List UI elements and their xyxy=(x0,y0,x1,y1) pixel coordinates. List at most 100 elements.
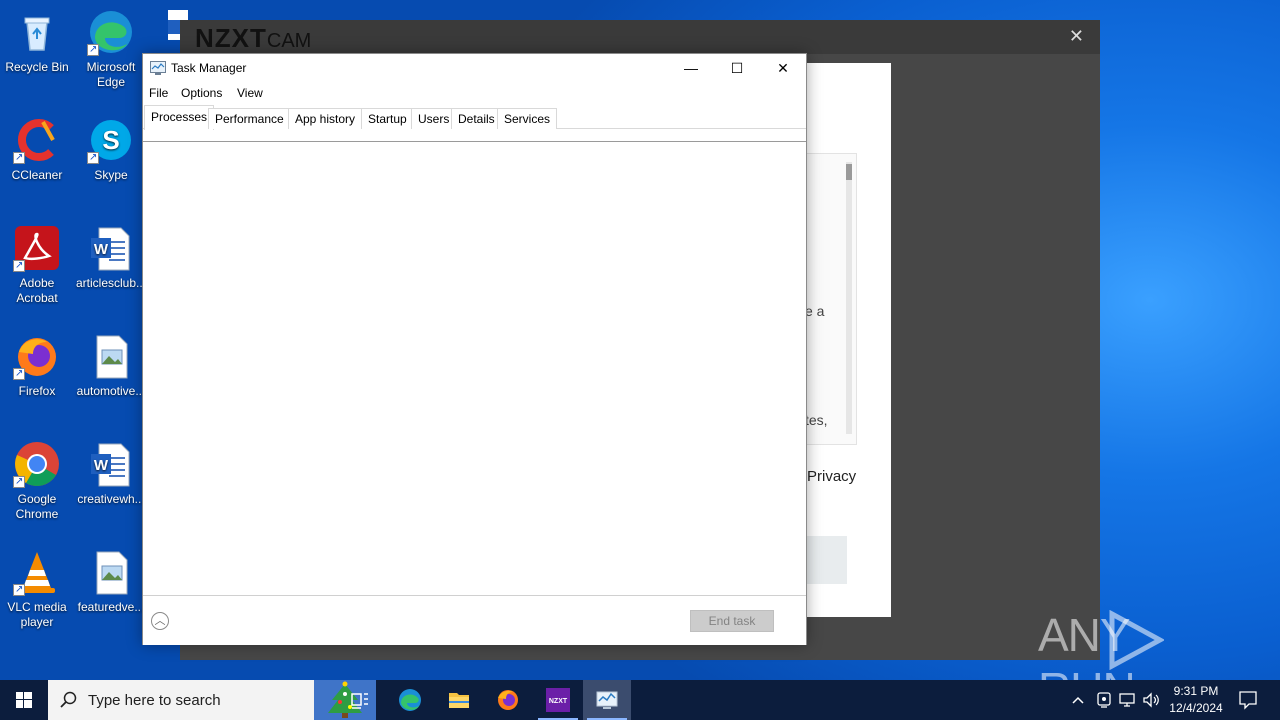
desktop-icon-label: automotive... xyxy=(76,384,146,398)
desktop-icon-label: Recycle Bin xyxy=(5,60,69,74)
shortcut-arrow-icon xyxy=(13,366,25,381)
nzxt-text-fragment: e a xyxy=(805,303,825,319)
desktop-icon-creativewh[interactable]: W creativewh... xyxy=(74,440,148,507)
tab-processes[interactable]: Processes xyxy=(144,105,215,130)
firefox-icon xyxy=(498,690,518,710)
nzxt-logo: NZXTCAM xyxy=(195,23,312,53)
tray-device-icon[interactable] xyxy=(1096,691,1112,720)
desktop-icon-recycle-bin[interactable]: Recycle Bin xyxy=(0,8,74,75)
vlc-cone-icon xyxy=(13,548,61,597)
minimize-button[interactable]: — xyxy=(668,54,714,82)
word-document-icon: W xyxy=(87,224,135,272)
folder-icon xyxy=(449,693,469,708)
nzxt-dialog-button[interactable] xyxy=(805,536,847,584)
menu-options[interactable]: Options xyxy=(181,86,222,100)
collapse-chevron-icon[interactable]: ︿ xyxy=(151,612,169,630)
desktop-icon-adobe-acrobat[interactable]: Adobe Acrobat xyxy=(0,224,74,306)
window-title: Task Manager xyxy=(171,61,247,75)
network-icon[interactable] xyxy=(1119,691,1137,720)
task-manager-window[interactable]: Task Manager — ☐ ✕ File Options View Pro… xyxy=(142,53,807,645)
desktop-icon-label: creativewh... xyxy=(77,492,145,506)
svg-text:W: W xyxy=(94,457,109,474)
desktop-icon-label: CCleaner xyxy=(11,168,63,182)
nzxt-text-box[interactable] xyxy=(805,153,857,445)
start-button[interactable] xyxy=(0,680,48,720)
desktop-icon-firefox[interactable]: Firefox xyxy=(0,332,74,399)
anyrun-play-icon xyxy=(1109,610,1164,670)
desktop-icon-label: Skype xyxy=(94,168,128,182)
svg-text:S: S xyxy=(102,125,119,155)
task-manager-footer: ︿ End task xyxy=(143,595,806,645)
menu-view[interactable]: View xyxy=(237,86,263,100)
desktop-icon-label: Google Chrome xyxy=(15,492,59,521)
nzxt-privacy-link[interactable]: Privacy xyxy=(807,468,856,485)
tab-startup[interactable]: Startup xyxy=(361,108,414,129)
desktop-icon-ccleaner[interactable]: CCleaner xyxy=(0,116,74,183)
tab-users[interactable]: Users xyxy=(411,108,457,129)
maximize-button[interactable]: ☐ xyxy=(714,54,760,82)
nzxt-scroll-thumb[interactable] xyxy=(846,164,852,180)
nzxt-dialog: e a tes, Privacy xyxy=(805,63,891,617)
menu-file[interactable]: File xyxy=(149,86,168,100)
close-button[interactable]: ✕ xyxy=(760,54,806,82)
tray-overflow-chevron-icon[interactable] xyxy=(1070,692,1086,720)
image-file-icon xyxy=(87,332,135,380)
shortcut-arrow-icon xyxy=(87,150,99,165)
shortcut-arrow-icon xyxy=(13,582,25,597)
system-clock[interactable]: 9:31 PM 12/4/2024 xyxy=(1160,683,1232,717)
desktop-icon-vlc[interactable]: VLC media player xyxy=(0,548,74,630)
tab-services[interactable]: Services xyxy=(497,108,558,129)
recycle-bin-icon xyxy=(13,8,61,56)
shortcut-arrow-icon xyxy=(87,42,99,57)
desktop-icon-label: featuredve... xyxy=(77,600,145,614)
task-view-button[interactable] xyxy=(336,680,384,720)
nzxt-titlebar[interactable]: NZXTCAM ✕ xyxy=(180,20,1100,54)
skype-icon: S xyxy=(87,116,135,165)
volume-icon[interactable] xyxy=(1142,691,1160,720)
nzxt-app-icon: NZXT xyxy=(546,688,570,712)
taskbar-nzxt-button[interactable]: NZXT xyxy=(534,680,582,720)
taskbar-edge-button[interactable] xyxy=(386,680,434,720)
desktop-icon-google-chrome[interactable]: Google Chrome xyxy=(0,440,74,522)
desktop-icon-microsoft-edge[interactable]: Microsoft Edge xyxy=(74,8,148,90)
chrome-icon xyxy=(13,440,61,489)
word-document-icon: W xyxy=(87,440,135,488)
desktop-icon-label: VLC media player xyxy=(7,600,67,629)
shortcut-arrow-icon xyxy=(13,474,25,489)
tab-details[interactable]: Details xyxy=(451,108,502,129)
shortcut-arrow-icon xyxy=(13,150,25,165)
svg-text:W: W xyxy=(94,241,109,258)
desktop-icon-featuredve[interactable]: featuredve... xyxy=(74,548,148,615)
shortcut-arrow-icon xyxy=(13,258,25,273)
taskbar: Type here to search NZXT 9:31 PM 12/4/20… xyxy=(0,680,1280,720)
taskbar-task-manager-button[interactable] xyxy=(583,680,631,720)
search-box[interactable]: Type here to search xyxy=(48,680,376,720)
desktop-icon-label: Microsoft Edge xyxy=(86,60,136,89)
edge-icon xyxy=(399,689,421,711)
nzxt-close-button[interactable]: ✕ xyxy=(1069,26,1084,47)
windows-logo-icon xyxy=(16,692,32,708)
ccleaner-icon xyxy=(13,116,61,165)
end-task-button[interactable]: End task xyxy=(690,610,774,632)
taskbar-firefox-button[interactable] xyxy=(484,680,532,720)
processes-list[interactable] xyxy=(143,142,806,594)
task-manager-icon xyxy=(596,691,618,709)
desktop: Recycle Bin CCleaner Adobe Acrobat Firef… xyxy=(0,0,1280,680)
taskbar-file-explorer-button[interactable] xyxy=(435,680,483,720)
desktop-icon-skype[interactable]: S Skype xyxy=(74,116,148,183)
task-manager-titlebar[interactable]: Task Manager — ☐ ✕ xyxy=(143,54,806,82)
desktop-icon-label: articlesclub... xyxy=(75,276,147,290)
menu-bar: File Options View xyxy=(143,83,806,103)
image-file-icon xyxy=(87,548,135,596)
desktop-icon-articlesclub[interactable]: W articlesclub... xyxy=(74,224,148,291)
desktop-icon-label: Firefox xyxy=(18,384,56,398)
desktop-icon-automotive[interactable]: automotive... xyxy=(74,332,148,399)
notification-center-icon[interactable] xyxy=(1238,690,1258,720)
tab-performance[interactable]: Performance xyxy=(208,108,291,129)
nzxt-text-fragment: tes, xyxy=(805,412,828,428)
svg-text:NZXT: NZXT xyxy=(549,698,568,705)
search-icon xyxy=(60,691,77,708)
clock-time: 9:31 PM xyxy=(1173,684,1219,698)
tab-app-history[interactable]: App history xyxy=(288,108,363,129)
nzxt-scrollbar[interactable] xyxy=(846,162,852,434)
